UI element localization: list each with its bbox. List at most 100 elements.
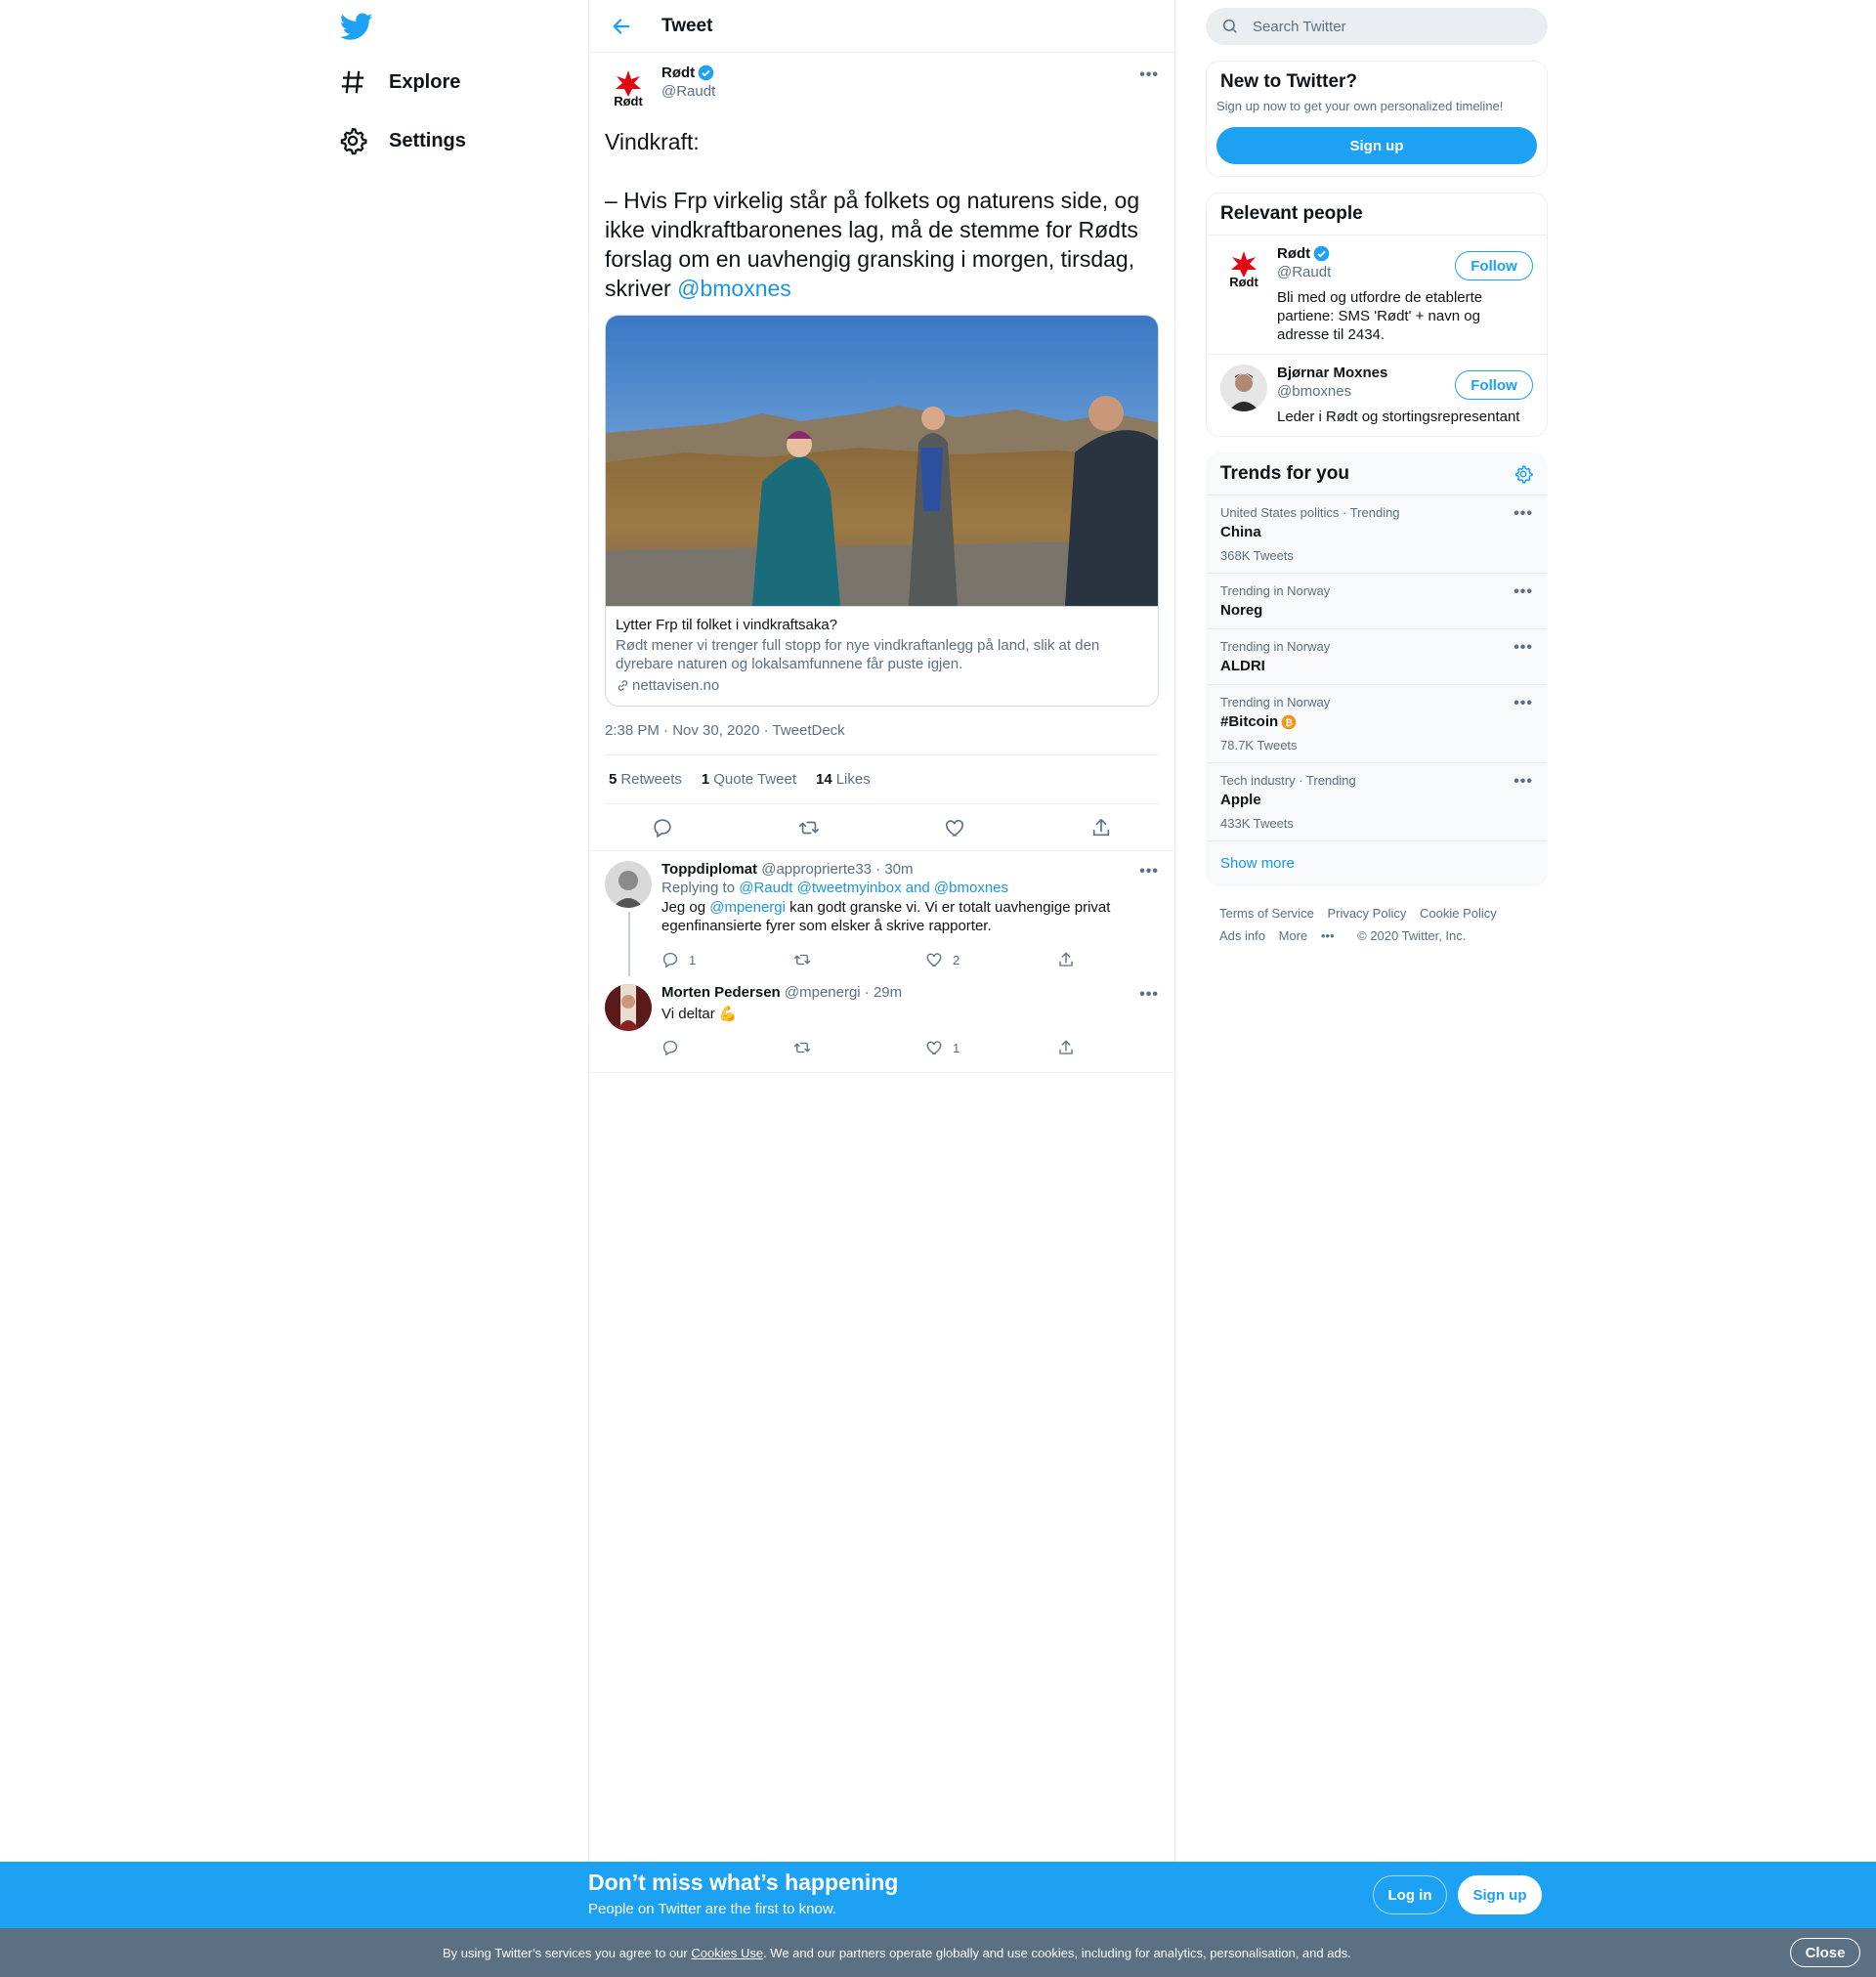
- quotes-stat[interactable]: 1 Quote Tweet: [702, 771, 796, 788]
- rodt-logo-icon: Rødt: [1220, 245, 1267, 292]
- retweet-icon: [793, 954, 811, 966]
- reply-header: Toppdiplomat @approprierte33 · 30m: [661, 861, 1189, 878]
- trend-name: Apple: [1220, 792, 1261, 808]
- new-to-twitter-subtitle: Sign up now to get your own personalized…: [1216, 99, 1504, 113]
- reply-text: Vi deltar 💪: [661, 1006, 738, 1022]
- tweet-timestamp[interactable]: 2:38 PM · Nov 30, 2020 · TweetDeck: [605, 722, 1159, 755]
- trend-context: Trending in Norway: [1220, 639, 1331, 654]
- search-box[interactable]: [1206, 8, 1548, 45]
- signup-banner: Don’t miss what’s happening People on Tw…: [0, 1862, 1876, 1928]
- gear-icon: [340, 127, 367, 155]
- author-name[interactable]: Rødt: [661, 64, 715, 81]
- banner-title: Don’t miss what’s happening: [588, 1870, 899, 1895]
- nav-explore-label: Explore: [389, 70, 461, 93]
- reply-action[interactable]: [661, 1039, 793, 1056]
- trend-name: China: [1220, 524, 1261, 540]
- cookie-policy-link[interactable]: Cookie Policy: [1420, 906, 1497, 921]
- follow-button[interactable]: Follow: [1455, 251, 1533, 280]
- link-card[interactable]: Lytter Frp til folket i vindkraftsaka? R…: [605, 315, 1159, 707]
- reply-tweet[interactable]: Morten Pedersen @mpenergi · 29m Vi delta…: [589, 974, 1174, 1073]
- reply-author-name[interactable]: Morten Pedersen: [661, 984, 781, 1001]
- trend-name: Noreg: [1220, 602, 1263, 619]
- more-options-icon[interactable]: •••: [1514, 505, 1533, 523]
- more-options-icon[interactable]: •••: [1139, 863, 1159, 881]
- back-arrow-icon[interactable]: [611, 16, 632, 37]
- trend-context: Trending in Norway: [1220, 695, 1331, 709]
- signup-button[interactable]: Sign up: [1458, 1875, 1542, 1914]
- retweet-icon[interactable]: [798, 817, 820, 838]
- more-options-icon[interactable]: •••: [1139, 66, 1159, 84]
- right-sidebar: New to Twitter? Sign up now to get your …: [1206, 0, 1548, 963]
- new-to-twitter-title: New to Twitter?: [1220, 71, 1358, 92]
- show-more-link[interactable]: Show more: [1207, 841, 1547, 885]
- more-options-icon[interactable]: •••: [1514, 695, 1533, 712]
- replying-to-links[interactable]: @Raudt @tweetmyinbox and @bmoxnes: [739, 880, 1008, 896]
- card-domain-text: nettavisen.no: [632, 677, 720, 694]
- card-domain: nettavisen.no: [616, 677, 1148, 694]
- avatar[interactable]: [605, 861, 652, 908]
- thread-line: [628, 912, 630, 976]
- trend-context: Trending in Norway: [1220, 583, 1331, 598]
- like-heart-icon[interactable]: [944, 817, 965, 838]
- more-options-icon[interactable]: •••: [1514, 773, 1533, 791]
- trend-item[interactable]: Tech industry · Trending Apple 433K Twee…: [1207, 763, 1547, 841]
- share-action[interactable]: [1057, 951, 1189, 968]
- trend-name: #Bitcoin ₿: [1220, 713, 1533, 730]
- likes-stat[interactable]: 14 Likes: [816, 771, 871, 788]
- retweets-stat[interactable]: 5 Retweets: [609, 771, 682, 788]
- card-image: [606, 316, 1158, 606]
- share-action[interactable]: [1057, 1039, 1189, 1056]
- twitter-bird-icon[interactable]: [340, 10, 373, 43]
- nav-settings[interactable]: Settings: [338, 117, 466, 164]
- ads-info-link[interactable]: Ads info: [1219, 928, 1265, 943]
- author-name-text: Rødt: [661, 64, 696, 81]
- follow-button[interactable]: Follow: [1455, 370, 1533, 400]
- trend-item[interactable]: Trending in Norway Noreg •••: [1207, 574, 1547, 629]
- terms-link[interactable]: Terms of Service: [1219, 906, 1314, 921]
- like-action[interactable]: 1: [925, 1039, 1057, 1056]
- reply-actions: 1: [661, 1033, 1189, 1062]
- retweet-action[interactable]: [793, 1039, 925, 1056]
- login-button[interactable]: Log in: [1373, 1875, 1447, 1914]
- more-options-icon[interactable]: •••: [1514, 639, 1533, 657]
- tweet-text: Vindkraft: – Hvis Frp virkelig står på f…: [605, 127, 1159, 303]
- avatar[interactable]: [1220, 365, 1267, 411]
- replying-to: Replying to @Raudt @tweetmyinbox and @bm…: [661, 880, 1009, 896]
- trend-item[interactable]: Trending in Norway #Bitcoin ₿ 78.7K Twee…: [1207, 685, 1547, 763]
- cookie-text: By using Twitter’s services you agree to…: [443, 1946, 1351, 1960]
- reply-icon: [662, 1040, 678, 1056]
- avatar[interactable]: Rødt: [1220, 245, 1267, 292]
- privacy-link[interactable]: Privacy Policy: [1327, 906, 1406, 921]
- person-card[interactable]: Bjørnar Moxnes @bmoxnes Leder i Rødt og …: [1207, 354, 1547, 436]
- person-card[interactable]: Rødt Rødt @Raudt Bli med og utfordre de …: [1207, 235, 1547, 354]
- main-tweet: Rødt Rødt @Raudt ••• Vindkraft: – Hvis F…: [589, 53, 1174, 851]
- avatar[interactable]: [605, 984, 652, 1031]
- cookies-use-link[interactable]: Cookies Use: [691, 1946, 763, 1960]
- reply-header: Morten Pedersen @mpenergi · 29m: [661, 984, 1189, 1001]
- gear-icon[interactable]: [1514, 464, 1533, 484]
- reply-icon[interactable]: [652, 817, 673, 838]
- relevant-people-box: Relevant people Rødt Rødt @Raudt Bli med…: [1206, 193, 1548, 437]
- like-action[interactable]: 2: [925, 951, 1057, 968]
- share-icon[interactable]: [1090, 817, 1112, 838]
- cookie-close-button[interactable]: Close: [1790, 1938, 1860, 1967]
- more-link[interactable]: More •••: [1279, 928, 1344, 943]
- avatar[interactable]: Rødt: [605, 64, 652, 111]
- retweet-action[interactable]: [793, 951, 925, 968]
- reply-author-name[interactable]: Toppdiplomat: [661, 861, 757, 878]
- nav-explore[interactable]: Explore: [338, 59, 460, 106]
- reply-action[interactable]: 1: [661, 951, 793, 968]
- trend-item[interactable]: United States politics · Trending China …: [1207, 495, 1547, 574]
- reply-tweet[interactable]: Toppdiplomat @approprierte33 · 30m Reply…: [589, 851, 1174, 976]
- banner-subtitle: People on Twitter are the first to know.: [588, 1901, 837, 1917]
- sidebar-signup-button[interactable]: Sign up: [1216, 127, 1537, 164]
- mention-link[interactable]: @bmoxnes: [677, 276, 791, 301]
- more-options-icon[interactable]: •••: [1514, 583, 1533, 601]
- more-options-icon[interactable]: •••: [1139, 986, 1159, 1004]
- trend-item[interactable]: Trending in Norway ALDRI •••: [1207, 629, 1547, 685]
- person-bio: Bli med og utfordre de etablerte partien…: [1277, 289, 1483, 343]
- mention-link[interactable]: @mpenergi: [709, 899, 786, 916]
- author-handle[interactable]: @Raudt: [661, 83, 715, 100]
- trend-count: 433K Tweets: [1220, 816, 1294, 831]
- search-input[interactable]: [1253, 18, 1507, 35]
